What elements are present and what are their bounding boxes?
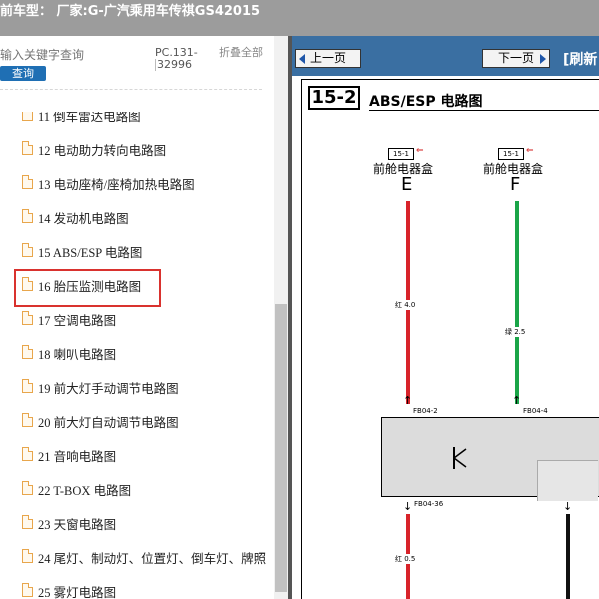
list-item[interactable]: 18 喇叭电路图	[22, 342, 273, 364]
pc-code: PC.131- 32996	[155, 47, 207, 71]
wire-spec: 绿 2.5	[505, 327, 526, 337]
vehicle-model-title: 前车型： 厂家:G-广汽乘用车传祺GS42015	[0, 4, 261, 19]
module-sub-panel	[537, 460, 598, 501]
list-item[interactable]: 12 电动助力转向电路图	[22, 138, 273, 160]
pin-label: FB04-4	[523, 407, 548, 415]
diagram-viewer: 上一页 下一页 [刷新 15-2 ABS/ESP 电路图 15-1 ⇐ 前舱电器…	[292, 36, 599, 599]
connector-pin-icon: ↑	[512, 394, 522, 407]
list-item-label: 22 T-BOX 电路图	[38, 484, 132, 498]
search-row: 查询 PC.131- 32996 折叠全部	[0, 36, 290, 90]
next-page-button[interactable]: 下一页	[482, 49, 550, 68]
title-underline	[369, 110, 599, 111]
document-icon	[22, 112, 33, 121]
arrow-left-icon	[299, 54, 305, 64]
document-icon	[22, 175, 33, 189]
list-item-label: 14 发动机电路图	[38, 212, 129, 226]
wire-green	[515, 201, 519, 404]
list-scrollbar[interactable]	[274, 36, 288, 599]
list-item-label: 11 倒车雷达电路图	[38, 112, 141, 124]
connector-pin-icon: ↓	[563, 500, 573, 513]
scroll-thumb[interactable]	[275, 304, 287, 592]
list-item-selected[interactable]: 15 ABS/ESP 电路图	[22, 240, 273, 262]
list-item-label: 18 喇叭电路图	[38, 348, 117, 362]
next-page-label: 下一页	[497, 51, 534, 65]
sheet-title: ABS/ESP 电路图	[369, 94, 483, 110]
page-ref-box[interactable]: 15-1	[388, 148, 414, 160]
prev-page-label: 上一页	[309, 51, 346, 65]
page-ref-box[interactable]: 15-1	[498, 148, 524, 160]
wire-spec: 红 4.0	[395, 300, 416, 310]
refresh-link[interactable]: [刷新	[563, 49, 597, 69]
fuse-box-letter: F	[510, 174, 521, 195]
list-item[interactable]: 17 空调电路图	[22, 308, 273, 330]
list-item-label: 13 电动座椅/座椅加热电路图	[38, 178, 195, 192]
document-icon	[22, 447, 33, 461]
ref-arrow-icon: ⇐	[416, 146, 424, 156]
pin-label: FB04-2	[413, 407, 438, 415]
list-item-label: 23 天窗电路图	[38, 518, 117, 532]
document-icon	[22, 481, 33, 495]
list-item-label: 21 音响电路图	[38, 450, 117, 464]
document-icon	[22, 311, 33, 325]
document-icon	[22, 583, 33, 597]
collapse-all-button[interactable]: 折叠全部	[219, 47, 265, 59]
prev-page-button[interactable]: 上一页	[295, 49, 361, 68]
document-icon	[22, 379, 33, 393]
document-icon	[22, 515, 33, 529]
list-item[interactable]: 23 天窗电路图	[22, 512, 273, 534]
document-icon	[22, 141, 33, 155]
diagram-list: 11 倒车雷达电路图 12 电动助力转向电路图 13 电动座椅/座椅加热电路图 …	[0, 112, 273, 599]
list-item-label: 15 ABS/ESP 电路图	[38, 246, 143, 260]
list-item[interactable]: 21 音响电路图	[22, 444, 273, 466]
list-item[interactable]: 24 尾灯、制动灯、位置灯、倒车灯、牌照	[22, 546, 273, 568]
wire-black	[566, 514, 570, 599]
document-icon	[22, 413, 33, 427]
search-input[interactable]	[0, 44, 152, 66]
list-item-label: 17 空调电路图	[38, 314, 117, 328]
page-nav-bar: 上一页 下一页 [刷新	[292, 36, 599, 76]
list-item-label: 19 前大灯手动调节电路图	[38, 382, 179, 396]
pin-label: FB04-36	[414, 500, 444, 508]
list-item[interactable]: 22 T-BOX 电路图	[22, 478, 273, 500]
list-item-label: 25 雾灯电路图	[38, 586, 117, 599]
left-panel: 查询 PC.131- 32996 折叠全部 11 倒车雷达电路图 12 电动助力…	[0, 36, 290, 599]
document-icon	[22, 549, 33, 563]
query-button[interactable]: 查询	[0, 66, 46, 81]
list-item-label: 20 前大灯自动调节电路图	[38, 416, 179, 430]
list-item[interactable]: 14 发动机电路图	[22, 206, 273, 228]
list-item[interactable]: 19 前大灯手动调节电路图	[22, 376, 273, 398]
selection-highlight	[14, 269, 161, 307]
divider	[0, 89, 262, 90]
pc-code-line2: 32996	[155, 59, 207, 71]
list-item-label: 12 电动助力转向电路图	[38, 144, 167, 158]
document-icon	[22, 243, 33, 257]
app-header: 前车型： 厂家:G-广汽乘用车传祺GS42015	[0, 0, 599, 36]
list-item[interactable]: 11 倒车雷达电路图	[22, 112, 273, 126]
fuse-box-letter: E	[401, 174, 413, 195]
connector-pin-icon: ↓	[403, 500, 413, 513]
document-icon	[22, 209, 33, 223]
abs-esp-module	[381, 417, 599, 501]
connector-pin-icon: ↑	[403, 394, 413, 407]
sheet-number: 15-2	[308, 86, 360, 110]
wire-spec: 红 0.5	[395, 554, 416, 564]
list-item[interactable]: 25 雾灯电路图	[22, 580, 273, 599]
document-icon	[22, 345, 33, 359]
module-symbol-icon	[453, 447, 467, 469]
circuit-diagram-sheet: 15-2 ABS/ESP 电路图 15-1 ⇐ 前舱电器盒 E 15-1 ⇐ 前…	[301, 79, 599, 599]
arrow-right-icon	[540, 54, 546, 64]
list-item-label: 24 尾灯、制动灯、位置灯、倒车灯、牌照	[38, 552, 267, 566]
ref-arrow-icon: ⇐	[526, 146, 534, 156]
list-item[interactable]: 13 电动座椅/座椅加热电路图	[22, 172, 273, 194]
list-item[interactable]: 20 前大灯自动调节电路图	[22, 410, 273, 432]
